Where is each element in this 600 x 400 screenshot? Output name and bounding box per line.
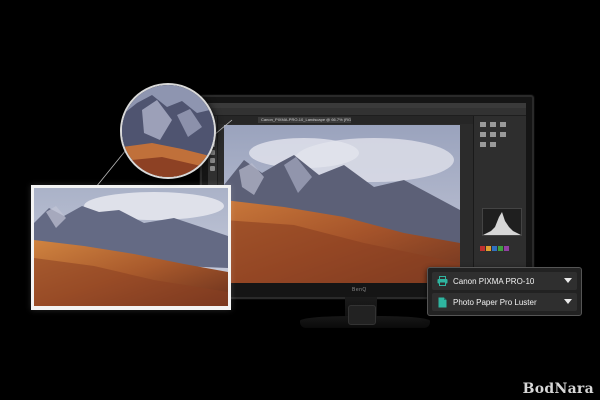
options-bar[interactable] bbox=[208, 108, 526, 116]
landscape-photo bbox=[224, 125, 460, 283]
document-tab[interactable]: Canon_PIXMA-PRO-10_Landscape @ 66.7% (RG… bbox=[258, 117, 351, 123]
product-scene: Canon_PIXMA-PRO-10_Landscape @ 66.7% (RG… bbox=[0, 0, 600, 400]
swatch-green[interactable] bbox=[498, 246, 503, 251]
color-panel-icon[interactable] bbox=[480, 122, 486, 127]
swatch-blue[interactable] bbox=[492, 246, 497, 251]
swatch-orange[interactable] bbox=[486, 246, 491, 251]
swatch-red[interactable] bbox=[480, 246, 485, 251]
monitor-brand-logo: BenQ bbox=[352, 287, 367, 293]
channels-panel-icon[interactable] bbox=[490, 132, 496, 137]
printer-select[interactable]: Canon PIXMA PRO-10 bbox=[432, 272, 577, 290]
swatches-panel-icon[interactable] bbox=[490, 122, 496, 127]
properties-panel-icon[interactable] bbox=[490, 142, 496, 147]
paper-icon bbox=[436, 296, 448, 308]
print-image bbox=[34, 188, 228, 306]
printed-photo bbox=[31, 185, 231, 310]
zoom-detail-image bbox=[122, 85, 214, 177]
print-landscape bbox=[34, 188, 228, 306]
histogram-graph bbox=[483, 212, 521, 235]
paper-label: Photo Paper Pro Luster bbox=[453, 297, 537, 307]
swatch-purple[interactable] bbox=[504, 246, 509, 251]
paper-select[interactable]: Photo Paper Pro Luster bbox=[432, 293, 577, 311]
document-tab-bar: Canon_PIXMA-PRO-10_Landscape @ 66.7% (RG… bbox=[218, 116, 473, 124]
chevron-down-icon[interactable] bbox=[563, 276, 573, 286]
document-canvas[interactable] bbox=[224, 125, 460, 283]
adjustments-panel-icon[interactable] bbox=[500, 122, 506, 127]
monitor-hotkey-puck bbox=[348, 305, 376, 325]
layers-panel-icon[interactable] bbox=[480, 132, 486, 137]
right-panels bbox=[473, 116, 526, 283]
brush-tool-icon[interactable] bbox=[210, 158, 215, 163]
paths-panel-icon[interactable] bbox=[500, 132, 506, 137]
watermark-logo: BodNara bbox=[522, 381, 594, 397]
zoom-magnifier bbox=[120, 83, 216, 179]
histogram-panel bbox=[482, 208, 522, 236]
history-panel-icon[interactable] bbox=[480, 142, 486, 147]
print-settings-dialog: Canon PIXMA PRO-10 Photo Paper Pro Luste… bbox=[427, 267, 582, 316]
photoshop-window: Canon_PIXMA-PRO-10_Landscape @ 66.7% (RG… bbox=[208, 103, 526, 283]
printer-icon bbox=[436, 275, 448, 287]
chevron-down-icon[interactable] bbox=[563, 297, 573, 307]
type-tool-icon[interactable] bbox=[210, 166, 215, 171]
printer-label: Canon PIXMA PRO-10 bbox=[453, 276, 535, 286]
